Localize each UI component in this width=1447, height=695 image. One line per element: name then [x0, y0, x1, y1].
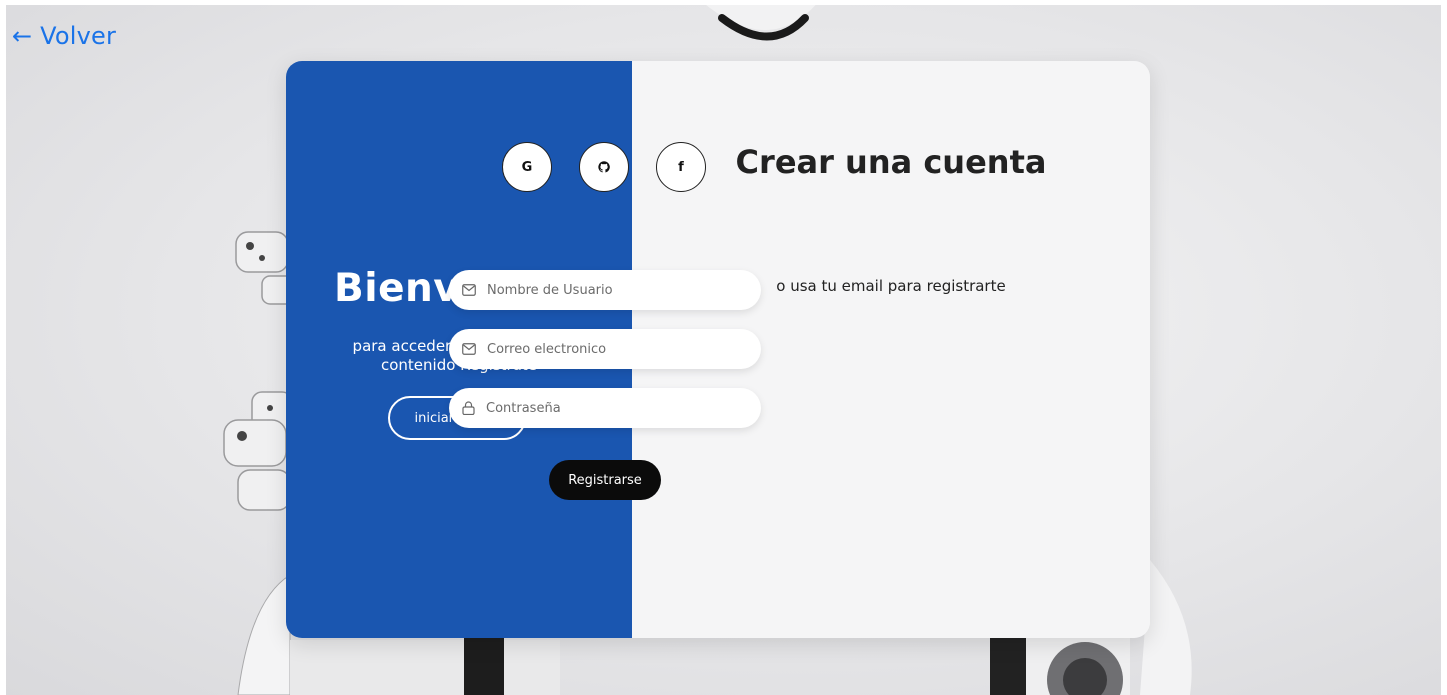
signup-title: Crear una cuenta: [735, 143, 1047, 181]
google-icon: G: [521, 159, 533, 175]
back-link[interactable]: ← Volver: [12, 22, 116, 50]
screen-border-right: [1441, 0, 1447, 695]
github-icon: [598, 161, 610, 173]
password-field[interactable]: [449, 388, 761, 428]
email-field[interactable]: [449, 329, 761, 369]
lock-icon: [462, 401, 475, 415]
screen-border-left: [0, 0, 6, 695]
facebook-signup-button[interactable]: f: [656, 142, 706, 192]
mail-icon: [462, 343, 476, 355]
username-input[interactable]: [487, 282, 747, 298]
register-button[interactable]: Registrarse: [549, 460, 661, 500]
github-signup-button[interactable]: [579, 142, 629, 192]
email-input[interactable]: [487, 341, 747, 357]
username-field[interactable]: [449, 270, 761, 310]
password-input[interactable]: [486, 400, 746, 416]
google-signup-button[interactable]: G: [502, 142, 552, 192]
screen-border-top: [0, 0, 1447, 5]
mail-icon: [462, 284, 476, 296]
facebook-icon: f: [678, 159, 684, 175]
